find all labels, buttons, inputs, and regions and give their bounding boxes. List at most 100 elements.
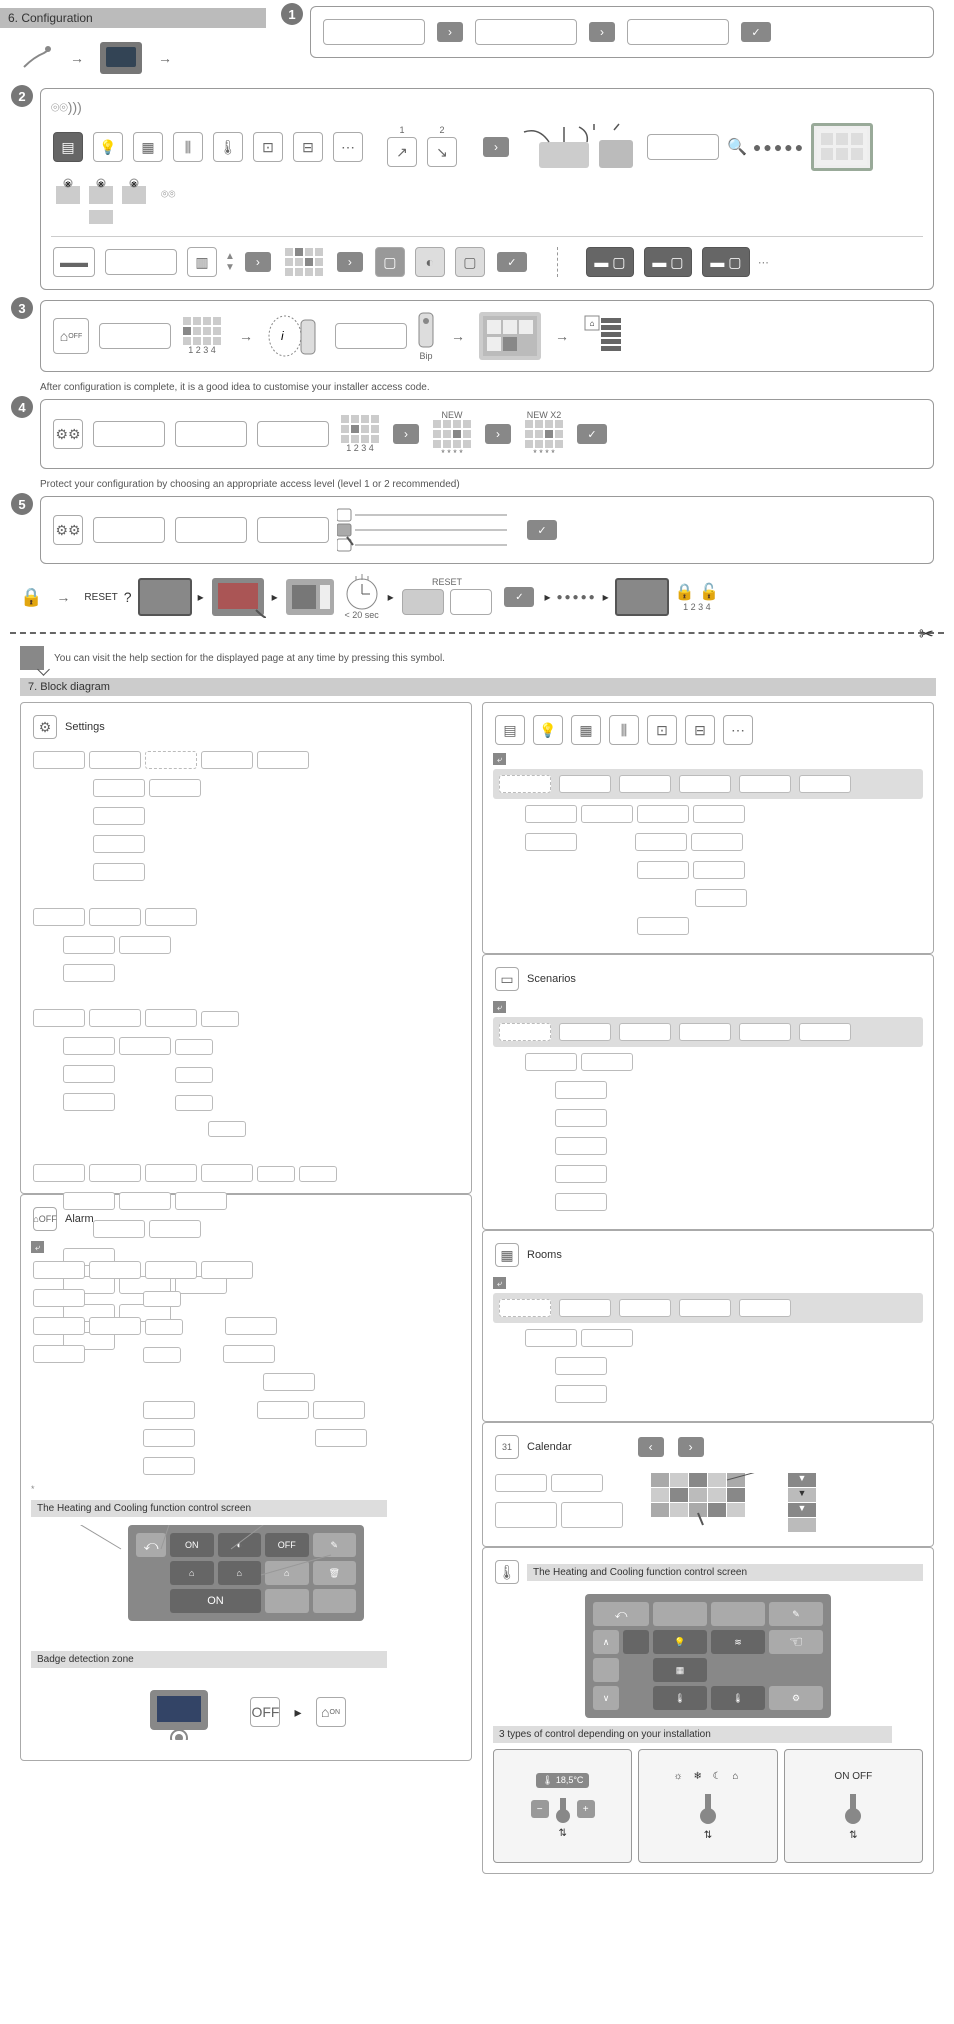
zone-list-icon: ⌂ [583,314,623,358]
scenario-icon: ▭ [495,967,519,991]
field[interactable] [175,421,247,447]
next-button[interactable]: › [337,252,363,272]
new-x2-label: NEW X2 [521,410,567,420]
prev-button[interactable]: ‹ [638,1437,664,1457]
scenarios-title: Scenarios [527,973,576,985]
pill-icon[interactable]: ▬ ▢ [644,247,692,277]
confirm-button[interactable]: ✓ [504,587,534,607]
note-after-config: After configuration is complete, it is a… [40,382,934,393]
calendar-grid[interactable] [651,1473,781,1533]
keypad-icon[interactable] [433,420,471,448]
stars: * * * * [429,448,475,458]
bars-icon[interactable]: ⫼ [173,132,203,162]
arrow-icon: → [451,328,465,344]
field[interactable] [105,249,177,275]
option-c-icon[interactable]: ▢ [455,247,485,277]
field[interactable] [647,134,719,160]
field[interactable] [627,19,729,45]
action-1-icon[interactable]: ↗ [387,137,417,167]
help-icon[interactable] [20,646,44,670]
socket-icon[interactable]: ⊡ [253,132,283,162]
event-stack: ▼ ▼ ▼ [787,1472,817,1533]
blind-icon[interactable]: ▥ [187,247,217,277]
next-button[interactable]: › [485,424,511,444]
keypad-icon[interactable] [525,420,563,448]
field[interactable] [257,421,329,447]
confirm-button[interactable]: ✓ [497,252,527,272]
keypad-icon[interactable] [183,317,221,345]
settings-icon[interactable]: ⚙⚙ [53,419,83,449]
step-5-number: 5 [11,493,33,515]
next-button[interactable]: › [483,137,509,157]
step-4-number: 4 [11,396,33,418]
bars-icon: ⫼ [609,715,639,745]
label: 1 2 3 4 [675,602,719,612]
remote-beep-icon [415,325,437,337]
on-off-label: ON OFF [834,1771,872,1782]
light-icon[interactable]: 💡 [93,132,123,162]
alarm-control-panel[interactable]: ⤺ ON◐OFF✎ ⌂⌂⌂🗑 ON [128,1525,364,1621]
calendar-title: Calendar [527,1441,572,1453]
field[interactable] [257,517,329,543]
next-button[interactable]: › [393,424,419,444]
unknown-icon: ? [124,589,132,605]
field[interactable] [335,323,407,349]
more-icon[interactable]: ⋯ [333,132,363,162]
device-type-icon[interactable]: ▬▬ [53,247,95,277]
field[interactable] [323,19,425,45]
modules-illustration: ❋ ❋ ❋ ⌾⌾ [51,178,181,228]
thermo-icon[interactable]: 🌡 [213,132,243,162]
next-button[interactable]: › [245,252,271,272]
stars: * * * * [521,448,567,458]
svg-text:⌂: ⌂ [590,319,595,328]
up-down-icon[interactable]: ▲▼ [225,251,235,273]
level-selector[interactable] [337,507,517,553]
confirm-button[interactable]: ✓ [577,424,607,444]
shutter-icon[interactable]: ▤ [53,132,83,162]
next-button[interactable]: › [589,22,615,42]
field[interactable] [475,19,577,45]
field[interactable] [99,323,171,349]
blind-icon[interactable]: ▦ [133,132,163,162]
label: 2 [425,125,459,135]
settings-icon[interactable]: ⚙⚙ [53,515,83,545]
action-2-icon[interactable]: ↘ [427,137,457,167]
on-button[interactable]: ON [170,1589,261,1613]
ellipsis: ⋯ [758,256,769,269]
keypad-icon[interactable] [341,415,379,443]
heating-control-panel[interactable]: ⤺✎ ∧💡≋☜ ▦ ∨🌡🌡⚙ [585,1594,831,1718]
switch-icon[interactable]: ⊟ [293,132,323,162]
next-button[interactable]: › [678,1437,704,1457]
confirm-button[interactable]: ✓ [741,22,771,42]
pill-icon[interactable]: ▬ ▢ [586,247,634,277]
remote-pairing-icon: i [267,314,327,358]
color-grid[interactable] [285,248,323,276]
shutter-icon: ▤ [495,715,525,745]
reset-label: RESET [84,592,117,603]
more-icon: ⋯ [723,715,753,745]
lock-icon: 🔒 [20,587,42,608]
field[interactable] [450,589,492,615]
reset-label-2: RESET [400,577,495,587]
next-button[interactable]: › [437,22,463,42]
confirm-button[interactable]: ✓ [527,520,557,540]
reset-field[interactable] [402,589,444,615]
svg-text:❋: ❋ [65,180,72,189]
badge-reader-icon [144,1684,214,1740]
screen-icons-preview [479,312,541,360]
switch-icon: ⊟ [685,715,715,745]
home-off-icon[interactable]: ⌂OFF [53,318,89,354]
functions-diagram: ▤ 💡 ▦ ⫼ ⊡ ⊟ ⋯ ⤶ [482,702,934,954]
field[interactable] [93,421,165,447]
svg-text:i: i [281,329,284,343]
option-a-icon[interactable]: ▢ [375,247,405,277]
magnify-icon[interactable]: 🔍 [727,137,747,157]
bip-label: Bip [415,351,437,361]
device-screenshot [138,578,192,616]
field[interactable] [175,517,247,543]
field[interactable] [93,517,165,543]
option-b-icon[interactable]: ◐ [415,247,445,277]
pill-icon[interactable]: ▬ ▢ [702,247,750,277]
badge-subheader: Badge detection zone [31,1651,387,1668]
calendar-icon: 31 [495,1435,519,1459]
